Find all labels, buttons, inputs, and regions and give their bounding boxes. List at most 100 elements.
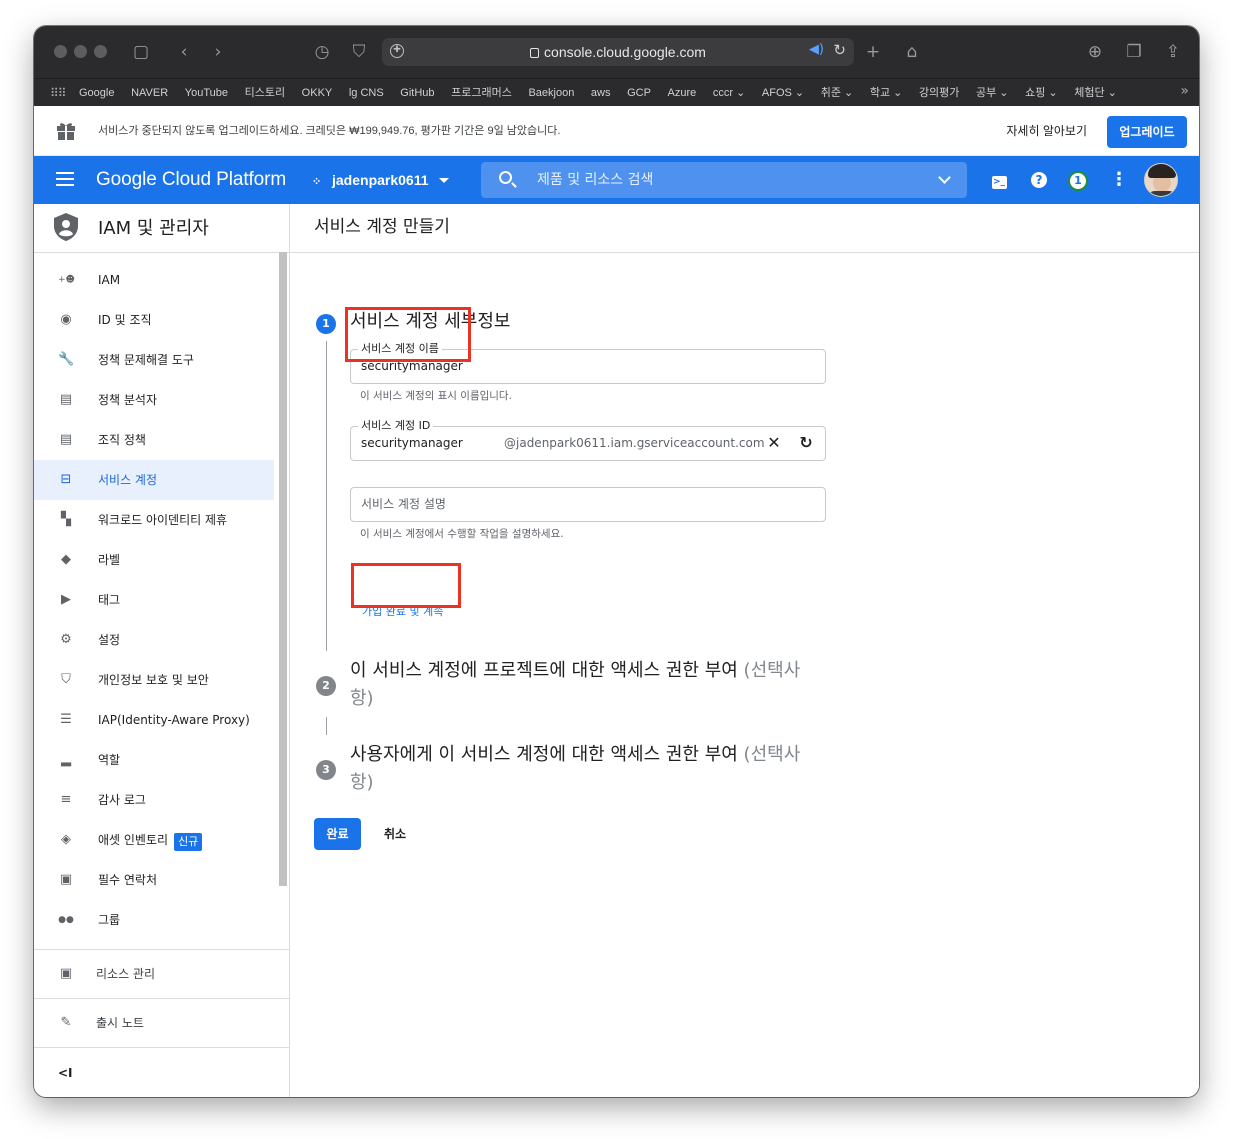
sidebar-toggle-icon[interactable]: ▢ (129, 40, 153, 64)
favorite-link[interactable]: Google (79, 79, 114, 107)
chevron-down-icon[interactable] (938, 171, 951, 184)
favorite-link[interactable]: 학교 ⌄ (870, 79, 903, 107)
project-selector[interactable]: ⁘ jadenpark0611 (312, 156, 449, 204)
avatar[interactable] (1144, 163, 1178, 197)
tabs-overview-icon[interactable]: ❐ (1122, 40, 1146, 64)
more-favorites-icon[interactable]: » (1180, 83, 1189, 99)
address-bar[interactable]: ✚ console.cloud.google.com ◀) ↻ (382, 38, 854, 66)
cloud-shell-icon[interactable]: >_ (987, 168, 1011, 192)
sidebar-item-0[interactable]: +☻ IAM (34, 260, 274, 300)
speaker-icon[interactable]: ◀) (809, 42, 824, 57)
sidebar-item-text: 애셋 인벤토리 (98, 833, 169, 847)
id-domain-suffix: @jadenpark0611.iam.gserviceaccount.com (504, 436, 765, 450)
favorite-link[interactable]: YouTube (185, 79, 228, 107)
sidebar-item-11[interactable]: ☰ IAP(Identity-Aware Proxy) (34, 700, 274, 740)
search-box[interactable]: 제품 및 리소스 검색 (481, 162, 967, 198)
optional-label: 항) (350, 688, 374, 709)
tag-icon: ▶ (61, 592, 71, 607)
sidebar-item-resource-manager[interactable]: ▣ 리소스 관리 (34, 950, 290, 998)
nav-scrollbar[interactable] (279, 252, 287, 886)
done-button[interactable]: 완료 (314, 818, 361, 850)
more-vert-icon[interactable]: ⋮ (1107, 168, 1131, 192)
sidebar-item-4[interactable]: ▤ 조직 정책 (34, 420, 274, 460)
favorite-link[interactable]: 강의평가 (919, 79, 959, 107)
favorite-link[interactable]: 취준 ⌄ (821, 79, 854, 107)
home-icon[interactable]: ⌂ (900, 40, 924, 64)
step-3-title[interactable]: 사용자에게 이 서비스 계정에 대한 액세스 권한 부여 (선택사 항) (350, 741, 830, 797)
service-account-description-field[interactable]: 서비스 계정 설명 (350, 487, 826, 522)
sidebar-item-label: 그룹 (98, 900, 120, 940)
clear-icon[interactable]: ✕ (765, 434, 783, 452)
learn-more-link[interactable]: 자세히 알아보기 (1006, 107, 1087, 156)
sidebar-item-text: 조직 정책 (98, 433, 146, 447)
sidebar-item-10[interactable]: ⛉ 개인정보 보호 및 보안 (34, 660, 274, 700)
sidebar-item-8[interactable]: ▶ 태그 (34, 580, 274, 620)
sidebar-item-text: 그룹 (98, 913, 121, 927)
project-dots-icon: ⁘ (312, 176, 322, 188)
favorite-link[interactable]: Azure (668, 79, 697, 107)
sidebar-item-1[interactable]: ◉ ID 및 조직 (34, 300, 274, 340)
sidebar-item-text: 라벨 (98, 553, 121, 567)
favorite-link[interactable]: aws (591, 79, 611, 107)
new-tab-icon[interactable]: + (861, 40, 885, 64)
favorite-link[interactable]: OKKY (302, 79, 333, 107)
help-icon[interactable]: ? (1027, 168, 1051, 192)
sidebar-item-2[interactable]: 🔧 정책 문제해결 도구 (34, 340, 274, 380)
share-icon[interactable]: ⇪ (1161, 40, 1185, 64)
favorite-link[interactable]: 티스토리 (245, 79, 285, 107)
service-account-icon: ⊟ (60, 472, 72, 487)
notifications-icon[interactable]: 1 (1066, 168, 1090, 192)
forward-icon[interactable]: › (206, 40, 230, 64)
favorite-link[interactable]: GitHub (400, 79, 434, 107)
regenerate-icon[interactable]: ↻ (797, 434, 815, 452)
minimize-window-button[interactable] (74, 45, 87, 58)
grid-icon[interactable]: ⠿⠿ (50, 86, 67, 100)
sidebar-item-text: 태그 (98, 593, 121, 607)
sidebar-item-6[interactable]: ▚ 워크로드 아이덴티티 제휴 (34, 500, 274, 540)
favorite-link[interactable]: cccr ⌄ (713, 79, 745, 107)
favorite-link[interactable]: lg CNS (349, 79, 384, 107)
favorite-link[interactable]: 프로그래머스 (451, 79, 512, 107)
close-window-button[interactable] (54, 45, 67, 58)
sidebar-item-14[interactable]: ◈ 애셋 인벤토리 신규 (34, 820, 274, 860)
download-icon[interactable]: ⊕ (1083, 40, 1107, 64)
step-2-title[interactable]: 이 서비스 계정에 프로젝트에 대한 액세스 권한 부여 (선택사 항) (350, 657, 830, 713)
favorite-link[interactable]: AFOS ⌄ (762, 79, 804, 107)
service-account-id-field[interactable]: 서비스 계정 ID securitymanager @jadenpark0611… (350, 417, 826, 461)
history-clock-icon[interactable]: ◷ (310, 40, 334, 64)
favorite-link[interactable]: 쇼핑 ⌄ (1025, 79, 1058, 107)
sidebar-item-15[interactable]: ▣ 필수 연락처 (34, 860, 274, 900)
sidebar-item-9[interactable]: ⚙ 설정 (34, 620, 274, 660)
sidebar-item-13[interactable]: ≡ 감사 로그 (34, 780, 274, 820)
highlight-box-continue-button (351, 563, 461, 608)
menu-icon[interactable] (56, 172, 74, 186)
favorite-link[interactable]: 체험단 ⌄ (1074, 79, 1117, 107)
trial-banner-text: 서비스가 중단되지 않도록 업그레이드하세요. 크레딧은 ₩199,949.76… (98, 125, 561, 137)
favorite-link[interactable]: GCP (627, 79, 651, 107)
sidebar-item-5[interactable]: ⊟ 서비스 계정 (34, 460, 274, 500)
account-circle-icon: ◉ (60, 312, 72, 327)
reload-icon[interactable]: ↻ (833, 41, 846, 59)
shield-privacy-icon[interactable]: ⛉ (347, 40, 371, 64)
favorite-link[interactable]: NAVER (131, 79, 168, 107)
optional-label: (선택사 (743, 660, 801, 681)
sidebar-item-7[interactable]: ◆ 라벨 (34, 540, 274, 580)
zoom-window-button[interactable] (94, 45, 107, 58)
cancel-button[interactable]: 취소 (384, 818, 406, 850)
collapse-nav-button[interactable]: <I (58, 1066, 73, 1080)
sidebar-item-text: 역할 (98, 753, 121, 767)
field-value: securitymanager (361, 436, 463, 450)
brand-title[interactable]: Google Cloud Platform (96, 156, 286, 204)
sidebar-item-12[interactable]: ▂ 역할 (34, 740, 274, 780)
hat-icon: ▂ (61, 752, 71, 767)
group-icon: ●● (58, 915, 74, 925)
search-icon (499, 171, 512, 184)
sidebar-item-3[interactable]: ▤ 정책 분석자 (34, 380, 274, 420)
sidebar-item-release-notes[interactable]: ✎ 출시 노트 (34, 999, 290, 1047)
sidebar-item-label: 개인정보 보호 및 보안 (98, 660, 209, 700)
back-icon[interactable]: ‹ (172, 40, 196, 64)
sidebar-item-16[interactable]: ●● 그룹 (34, 900, 274, 940)
favorite-link[interactable]: 공부 ⌄ (976, 79, 1009, 107)
favorite-link[interactable]: Baekjoon (528, 79, 574, 107)
upgrade-button[interactable]: 업그레이드 (1107, 116, 1187, 148)
